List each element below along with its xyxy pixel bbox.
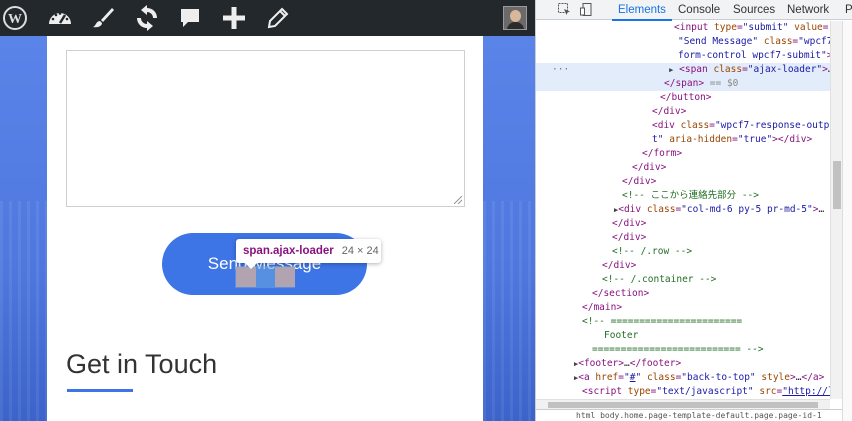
dom-line[interactable]: <!-- ======================= bbox=[536, 315, 830, 329]
tooltip-selector: span.ajax-loader bbox=[243, 245, 334, 257]
scrollbar-thumb[interactable] bbox=[833, 161, 841, 209]
styles-pane-edge[interactable] bbox=[842, 21, 852, 421]
customize-brush-icon[interactable] bbox=[88, 4, 118, 32]
loader-padding-left bbox=[236, 267, 256, 287]
loader-padding-right bbox=[275, 267, 295, 287]
dom-line[interactable]: </form> bbox=[536, 147, 830, 161]
dom-line[interactable]: ▶<div class="col-md-6 py-5 pr-md-5">… bbox=[536, 203, 830, 217]
dom-line[interactable]: <input type="submit" value= bbox=[536, 21, 830, 35]
device-toolbar-icon[interactable] bbox=[580, 3, 594, 16]
tab-performance[interactable]: Pe bbox=[845, 0, 852, 20]
dom-line[interactable]: </div> bbox=[536, 161, 830, 175]
dom-line[interactable]: ▶<footer>…</footer> bbox=[536, 357, 830, 371]
wp-admin-bar: W bbox=[0, 0, 535, 36]
dom-line-selected[interactable]: </span> == $0 bbox=[536, 77, 830, 91]
dom-line-selected[interactable]: ···▶ <span class="ajax-loader">… bbox=[536, 63, 830, 77]
webpage-viewport: Send Message span.ajax-loader 24 × 24 Ge… bbox=[0, 0, 535, 421]
tooltip-size: 24 × 24 bbox=[341, 245, 379, 257]
dom-line[interactable]: ========================== --> bbox=[536, 343, 830, 357]
dom-line[interactable]: </main> bbox=[536, 301, 830, 315]
dom-line[interactable]: </div> bbox=[536, 175, 830, 189]
hscrollbar-thumb[interactable] bbox=[548, 402, 818, 408]
new-plus-icon[interactable] bbox=[219, 4, 249, 32]
dom-tree[interactable]: <input type="submit" value= "Send Messag… bbox=[536, 21, 830, 401]
page-content: Send Message span.ajax-loader 24 × 24 Ge… bbox=[47, 36, 483, 421]
dom-line[interactable]: </div> bbox=[536, 105, 830, 119]
dom-line[interactable]: <!-- /.container --> bbox=[536, 273, 830, 287]
dom-tree-scrollbar[interactable] bbox=[830, 21, 842, 399]
background-hero-right bbox=[483, 36, 535, 421]
dom-line[interactable]: "Send Message" class="wpcf7- bbox=[536, 35, 830, 49]
dom-line[interactable]: t" aria-hidden="true"></div> bbox=[536, 133, 830, 147]
dom-line[interactable]: </div> bbox=[536, 231, 830, 245]
svg-text:W: W bbox=[8, 12, 22, 27]
dom-line[interactable]: </button> bbox=[536, 91, 830, 105]
resize-grip-icon[interactable] bbox=[454, 196, 462, 204]
tab-elements[interactable]: Elements bbox=[612, 0, 672, 21]
dom-line[interactable]: Footer bbox=[536, 329, 830, 343]
dom-line[interactable]: ▶<a href="#" class="back-to-top" style>…… bbox=[536, 371, 830, 385]
dom-line[interactable]: </div> bbox=[536, 217, 830, 231]
message-textarea[interactable] bbox=[66, 50, 465, 207]
dom-tree-hscrollbar[interactable] bbox=[536, 399, 830, 409]
inspect-element-icon[interactable] bbox=[558, 3, 572, 16]
devtools-panel: Elements Console Sources Network Pe <inp… bbox=[535, 0, 852, 421]
user-avatar[interactable] bbox=[503, 6, 527, 30]
tab-network[interactable]: Network bbox=[787, 0, 829, 20]
updates-icon[interactable] bbox=[132, 4, 162, 32]
dom-line[interactable]: <!-- ここから連絡先部分 --> bbox=[536, 189, 830, 203]
wordpress-icon[interactable]: W bbox=[0, 4, 30, 32]
comments-icon[interactable] bbox=[175, 4, 205, 32]
breadcrumb[interactable]: html body.home.page-template-default.pag… bbox=[536, 409, 842, 421]
dashboard-icon[interactable] bbox=[45, 4, 75, 32]
edit-pencil-icon[interactable] bbox=[263, 4, 293, 32]
dom-line[interactable]: <div class="wpcf7-response-outpu bbox=[536, 119, 830, 133]
tab-sources[interactable]: Sources bbox=[733, 0, 775, 20]
heading-underline bbox=[67, 389, 133, 392]
inspect-tooltip: span.ajax-loader 24 × 24 bbox=[236, 239, 381, 269]
dom-line[interactable]: </div> bbox=[536, 259, 830, 273]
devtools-tabbar: Elements Console Sources Network Pe bbox=[536, 0, 852, 21]
section-heading: Get in Touch bbox=[66, 349, 218, 379]
dom-line[interactable]: <script type="text/javascript" src="http… bbox=[536, 385, 830, 399]
background-hero-left bbox=[0, 36, 47, 421]
dom-line[interactable]: form-control wpcf7-submit"> bbox=[536, 49, 830, 63]
dom-line[interactable]: <!-- /.row --> bbox=[536, 245, 830, 259]
dom-line[interactable]: </section> bbox=[536, 287, 830, 301]
tab-console[interactable]: Console bbox=[678, 0, 720, 20]
